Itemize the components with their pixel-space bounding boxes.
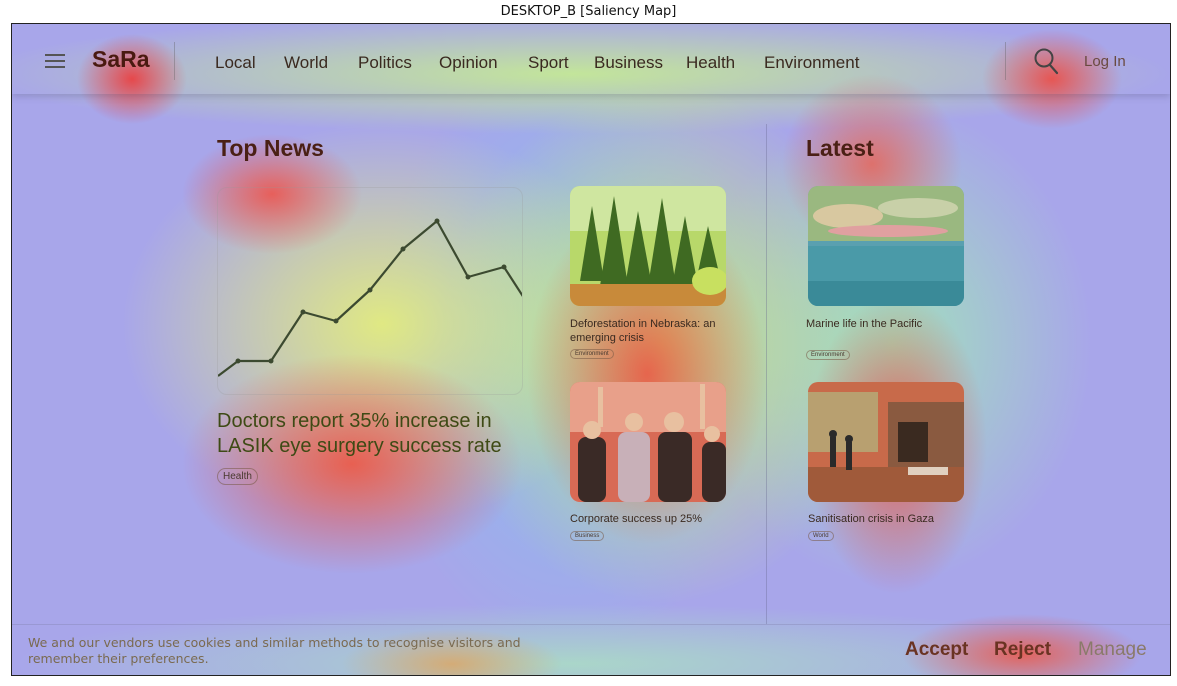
screenshot-frame: SaRa Local World Politics Opinion Sport … [11,23,1171,676]
nav-item-sport[interactable]: Sport [528,53,569,73]
manage-button[interactable]: Manage [1078,639,1147,661]
nav-item-local[interactable]: Local [215,53,256,73]
nav-item-health[interactable]: Health [686,53,735,73]
cookie-notice-text: We and our vendors use cookies and simil… [28,635,521,666]
top-story-headline[interactable]: Doctors report 35% increase in LASIK eye… [217,409,537,459]
nav-item-environment[interactable]: Environment [764,53,859,73]
nav-item-opinion[interactable]: Opinion [439,53,498,73]
street-scene-photo[interactable] [808,382,964,502]
site-header: SaRa Local World Politics Opinion Sport … [12,24,1170,94]
article-caption[interactable]: Sanitisation crisis in Gaza [808,512,968,526]
login-link[interactable]: Log In [1084,53,1126,70]
accept-button[interactable]: Accept [905,639,968,661]
search-icon[interactable] [1034,48,1060,76]
figure-title: DESKTOP_B [Saliency Map] [500,4,677,19]
article-tag[interactable]: Environment [570,349,614,359]
article-caption[interactable]: Marine life in the Pacific [806,317,966,331]
ocean-photo[interactable] [808,186,964,306]
article-tag[interactable]: Environment [806,350,850,360]
site-logo[interactable]: SaRa [92,46,150,73]
article-caption[interactable]: Corporate success up 25% [570,512,730,526]
celebrating-people-photo[interactable] [570,382,726,502]
header-divider-right [1005,42,1006,80]
header-divider [174,42,175,80]
nav-item-world[interactable]: World [284,53,328,73]
column-divider [766,124,767,624]
article-tag[interactable]: Business [570,531,605,541]
reject-button[interactable]: Reject [994,639,1051,661]
nav-item-politics[interactable]: Politics [358,53,412,73]
nav-item-business[interactable]: Business [594,53,663,73]
latest-title: Latest [806,135,874,161]
hamburger-menu-icon[interactable] [45,54,65,70]
news-page: SaRa Local World Politics Opinion Sport … [12,24,1170,675]
article-tag[interactable]: World [808,531,834,541]
forest-photo[interactable] [570,186,726,306]
cookie-consent-bar: We and our vendors use cookies and simil… [12,624,1170,675]
trend-line-icon [218,218,522,377]
top-news-title: Top News [217,135,324,161]
top-story-chart-image[interactable] [217,187,523,395]
top-story-tag[interactable]: Health [217,468,258,485]
article-caption[interactable]: Deforestation in Nebraska: an emerging c… [570,317,730,345]
